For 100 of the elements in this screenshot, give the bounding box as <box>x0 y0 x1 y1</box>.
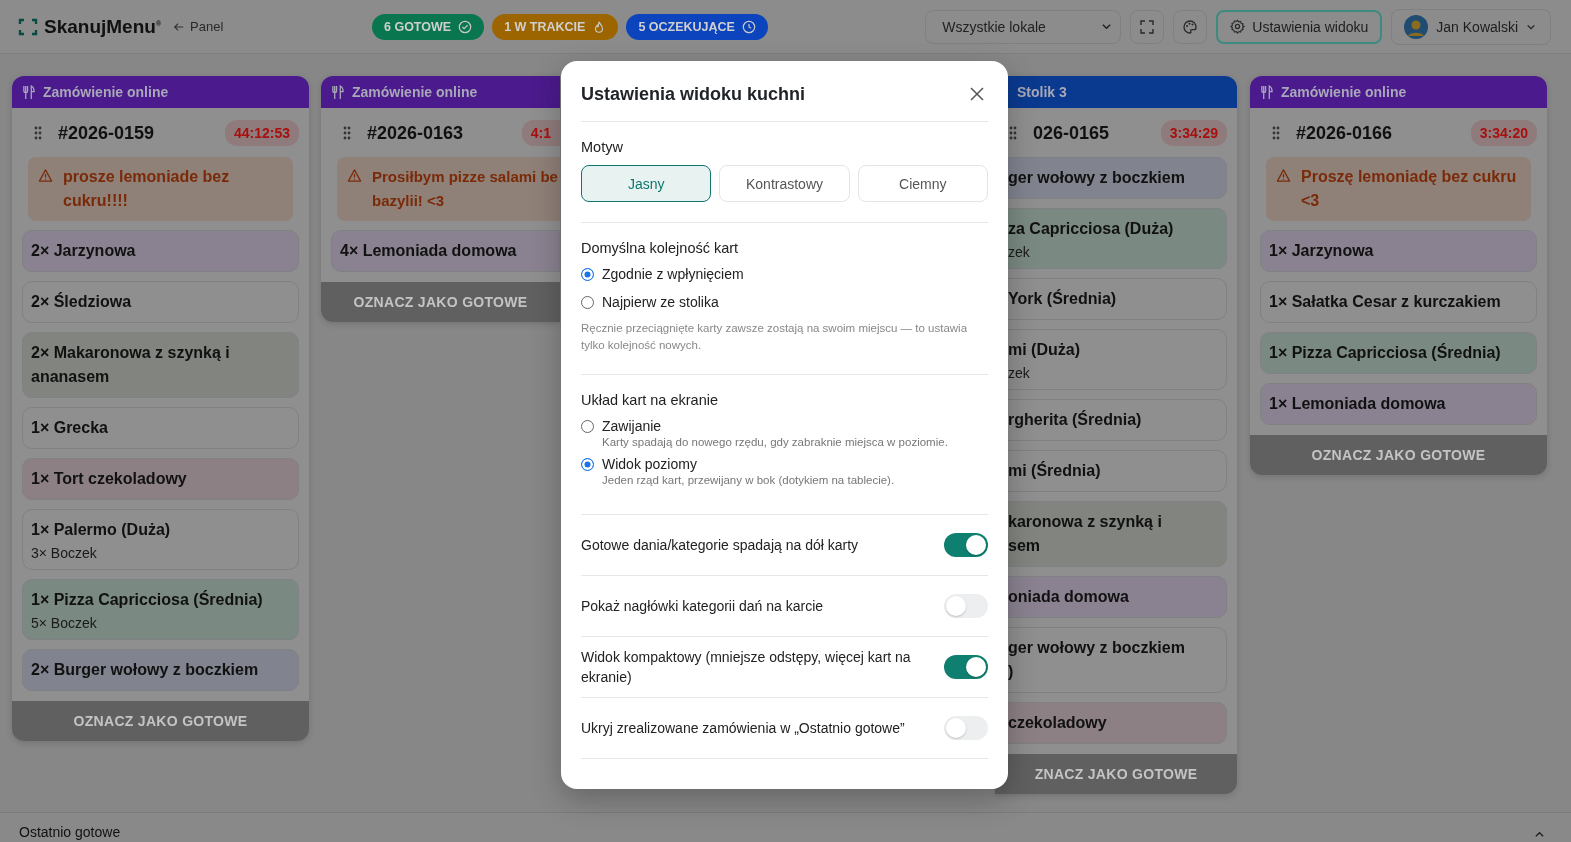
status-badge[interactable]: 6 GOTOWE <box>372 13 485 40</box>
order-number: #2026-0166 <box>1296 122 1393 144</box>
order-item[interactable]: 1× Jarzynowa <box>1260 230 1537 272</box>
toggle-label: Ukryj zrealizowane zamówienia w „Ostatnio gotowe” <box>581 719 905 738</box>
mark-ready-button[interactable]: OZNACZ JAKO GOTOWE <box>321 282 560 322</box>
theme-option[interactable]: Jasny <box>581 165 712 202</box>
section-label: Układ kart na ekranie <box>581 392 719 408</box>
item-name: York (Średnia) <box>1008 288 1118 309</box>
order-item[interactable]: 1× Pizza Capricciosa (Średnia) 5× Boczek <box>22 579 299 640</box>
order-source: Zamówienie online <box>352 84 478 100</box>
note-text: Proszę lemoniadę bez cukru <3 <box>1301 167 1518 211</box>
avatar-icon <box>1404 14 1429 39</box>
toggle-switch[interactable] <box>944 655 988 679</box>
back-link[interactable]: Panel <box>173 19 224 34</box>
radio-label[interactable]: Najpierw ze stolika <box>602 294 719 310</box>
recent-title[interactable]: Ostatnio gotowe <box>19 824 121 840</box>
order-item[interactable]: 1× Grecka <box>22 407 299 449</box>
note-text: prosze lemoniade bez cukru!!!! <box>63 167 231 211</box>
order-timer: 3:34:20 <box>1470 120 1537 146</box>
order-item[interactable]: 1× Lemoniada domowa <box>1260 383 1537 425</box>
mark-ready-button[interactable]: ZNACZ JAKO GOTOWE <box>995 754 1237 794</box>
chevron-down-icon <box>1101 21 1113 32</box>
order-number: #2026-0163 <box>367 122 464 144</box>
order-source: Zamówienie online <box>43 84 169 100</box>
fork-knife-icon <box>1260 84 1273 100</box>
section-label: Domyślna kolejność kart <box>581 240 740 256</box>
radio-label[interactable]: Widok poziomy <box>602 456 895 472</box>
order-item[interactable]: 2× Burger wołowy z boczkiem <box>22 649 299 691</box>
item-name: 1× Grecka <box>31 418 109 438</box>
order-item[interactable]: 2× Jarzynowa <box>22 230 299 272</box>
item-name: 2× Makaronowa z szynką i ananasem <box>31 343 231 387</box>
fullscreen-button[interactable] <box>1130 9 1165 44</box>
item-name: ger wołowy z boczkiem <box>1008 168 1186 188</box>
note-text: Prosiłbym pizze salami be bazylii! <3 <box>372 167 558 211</box>
mark-ready-button[interactable]: OZNACZ JAKO GOTOWE <box>1250 435 1547 475</box>
logo-icon <box>18 16 38 37</box>
order-item[interactable]: 2× Śledziowa <box>22 281 299 323</box>
order-item[interactable]: 1× Tort czekoladowy <box>22 458 299 500</box>
theme-option[interactable]: Ciemny <box>857 165 988 202</box>
item-name: za Capricciosa (Duża) <box>1008 219 1175 239</box>
section-hint: Ręcznie przeciągnięte karty zawsze zostają na swoim miejscu — to ustawia tylko kolejność nowych. <box>581 321 969 353</box>
radio-label[interactable]: Zgodnie z wpłynięciem <box>602 266 744 282</box>
item-name: mi (Duża) <box>1008 340 1081 360</box>
item-name: 2× Burger wołowy z boczkiem <box>31 660 260 680</box>
drag-handle-icon[interactable] <box>1009 126 1017 140</box>
item-extra: zek <box>1008 244 1031 260</box>
drag-handle-icon[interactable] <box>34 126 42 140</box>
order-item[interactable]: 2× Makaronowa z szynką i ananasem <box>22 332 299 398</box>
item-name: czekoladowy <box>1008 713 1108 733</box>
order-timer: 44:12:53 <box>224 120 299 146</box>
item-name: oniada domowa <box>1008 587 1130 607</box>
order-item[interactable]: 4× Lemoniada domowa <box>331 230 560 272</box>
close-icon[interactable] <box>970 87 984 101</box>
location-select[interactable]: Wszystkie lokale <box>925 9 1122 44</box>
warning-icon <box>1276 168 1291 183</box>
toggle-label: Pokaż nagłówki kategorii dań na karcie <box>581 597 824 616</box>
view-settings-button[interactable]: Ustawienia widoku <box>1216 9 1383 44</box>
toggle-label: Widok kompaktowy (mniejsze odstępy, więcej kart na ekranie) <box>581 648 912 687</box>
item-name: 1× Tort czekoladowy <box>31 469 188 489</box>
radio-button[interactable] <box>581 458 594 471</box>
item-name: 1× Jarzynowa <box>1269 241 1375 261</box>
order-item[interactable]: 1× Pizza Capricciosa (Średnia) <box>1260 332 1537 374</box>
item-name: 4× Lemoniada domowa <box>340 241 518 261</box>
item-name: karonowa z szynką i sem <box>1008 512 1163 556</box>
user-menu[interactable]: Jan Kowalski <box>1391 8 1551 45</box>
order-number: 026-0165 <box>1033 122 1110 144</box>
item-extra: 3× Boczek <box>31 545 98 561</box>
option-description: Jeden rząd kart, przewijany w bok (dotykiem na tablecie). <box>602 474 895 486</box>
palette-button[interactable] <box>1173 9 1208 44</box>
item-name: mi (Średnia) <box>1008 460 1102 481</box>
check-circle-icon <box>458 19 473 34</box>
warning-icon <box>347 168 362 183</box>
item-name: 1× Pizza Capricciosa (Średnia) <box>1269 342 1502 363</box>
status-badge[interactable]: 1 W TRAKCIE <box>492 13 619 40</box>
order-item[interactable]: 1× Palermo (Duża) 3× Boczek <box>22 509 299 570</box>
toggle-switch[interactable] <box>944 533 988 557</box>
toggle-switch[interactable] <box>944 716 988 740</box>
item-name: 1× Lemoniada domowa <box>1269 394 1447 414</box>
arrow-left-icon <box>173 20 186 33</box>
order-item[interactable]: 1× Sałatka Cesar z kurczakiem <box>1260 281 1537 323</box>
mark-ready-button[interactable]: OZNACZ JAKO GOTOWE <box>12 701 309 741</box>
dialog-title: Ustawienia widoku kuchni <box>581 83 806 105</box>
gear-icon <box>1230 19 1246 34</box>
status-badge[interactable]: 5 OCZEKUJĄCE <box>626 13 768 40</box>
fork-knife-icon <box>331 84 344 100</box>
clock-icon <box>741 19 756 34</box>
drag-handle-icon[interactable] <box>343 126 351 140</box>
radio-label[interactable]: Zawijanie <box>602 418 948 434</box>
item-name: 1× Palermo (Duża) <box>31 520 172 540</box>
drag-handle-icon[interactable] <box>1272 126 1280 140</box>
palette-icon <box>1182 18 1199 35</box>
item-name: ger wołowy z boczkiem ) <box>1008 638 1186 682</box>
toggle-switch[interactable] <box>944 594 988 618</box>
item-name: rgherita (Średnia) <box>1008 409 1143 430</box>
theme-option[interactable]: Kontrastowy <box>719 165 850 202</box>
radio-button[interactable] <box>581 267 594 281</box>
chevron-up-icon[interactable] <box>1534 829 1545 840</box>
item-name: 2× Jarzynowa <box>31 241 137 261</box>
fork-knife-icon <box>22 84 35 100</box>
order-timer: 4:1 <box>521 120 560 146</box>
